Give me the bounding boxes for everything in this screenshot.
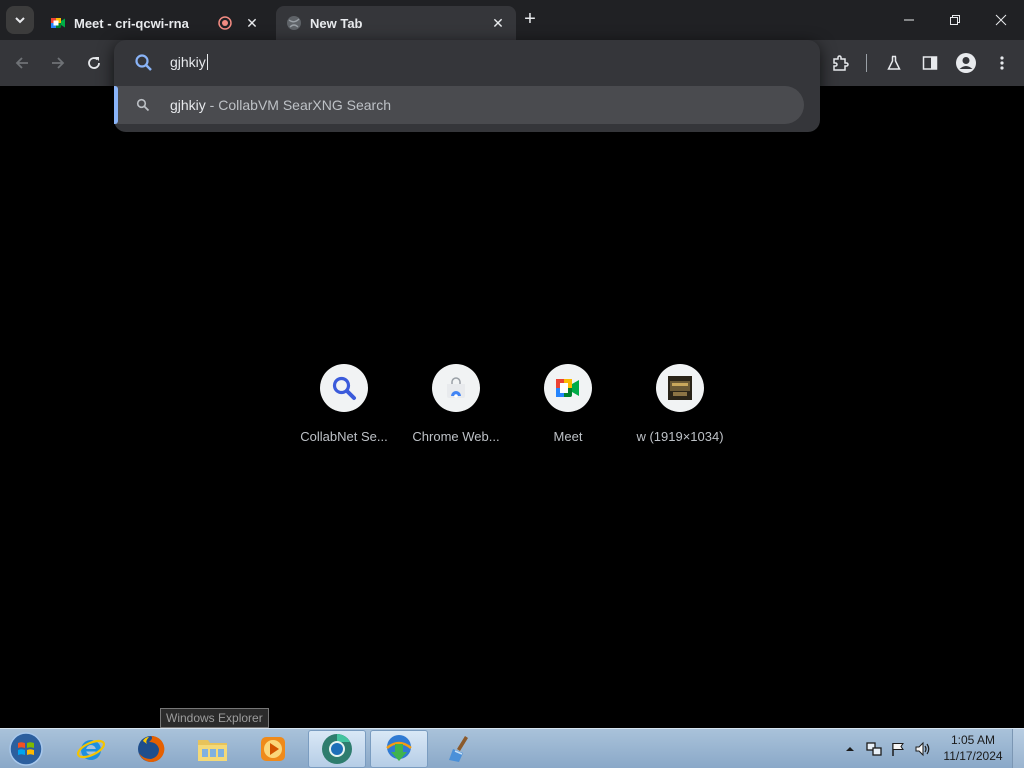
forward-button[interactable] xyxy=(44,49,72,77)
arrow-left-icon xyxy=(15,57,28,69)
extensions-button[interactable] xyxy=(826,49,854,77)
tray-volume[interactable] xyxy=(912,729,934,768)
network-icon xyxy=(866,742,882,756)
chrome-menu-button[interactable] xyxy=(988,49,1016,77)
shortcut-icon-circle xyxy=(656,364,704,412)
shortcut-collabnet-search[interactable]: CollabNet Se... xyxy=(288,364,400,448)
suggestion-query: gjhkiy xyxy=(170,97,206,113)
taskbar-internet-download-manager[interactable] xyxy=(370,730,428,768)
tray-action-center[interactable] xyxy=(888,729,908,768)
tab-meet[interactable]: Meet - cri-qcwi-rna ✕ xyxy=(40,6,270,40)
side-panel-button[interactable] xyxy=(916,49,944,77)
tab-new-tab[interactable]: New Tab ✕ xyxy=(276,6,516,40)
shortcut-meet[interactable]: Meet xyxy=(512,364,624,448)
shortcut-image-page[interactable]: w (1919×1034) xyxy=(624,364,736,448)
suggestion-text: gjhkiy - CollabVM SearXNG Search xyxy=(170,97,391,113)
minimize-button[interactable] xyxy=(886,0,932,40)
internet-download-manager-icon xyxy=(386,735,412,761)
clock-time: 1:05 AM xyxy=(950,733,996,747)
taskbar-firefox[interactable] xyxy=(122,730,180,768)
side-panel-icon xyxy=(922,56,938,70)
tab-search-button[interactable] xyxy=(6,6,34,34)
restore-icon xyxy=(950,15,960,25)
windows-logo-icon xyxy=(9,732,43,766)
taskbar-windows-explorer[interactable] xyxy=(184,730,242,768)
profile-button[interactable] xyxy=(952,49,980,77)
recording-icon xyxy=(218,16,232,30)
taskbar-ccleaner[interactable] xyxy=(432,730,490,768)
globe-icon xyxy=(287,16,301,30)
omnibox-suggestion[interactable]: gjhkiy - CollabVM SearXNG Search xyxy=(114,86,804,124)
search-icon xyxy=(135,54,152,71)
avatar-icon xyxy=(956,53,976,73)
chevron-down-icon xyxy=(15,17,25,24)
address-bar[interactable]: gjhkiy xyxy=(114,40,820,86)
windows-explorer-icon xyxy=(198,740,227,761)
back-button[interactable] xyxy=(8,49,36,77)
shortcut-icon-circle xyxy=(544,364,592,412)
clock-date: 11/17/2024 xyxy=(943,749,1003,763)
taskbar-chrome[interactable] xyxy=(308,730,366,768)
puzzle-icon xyxy=(833,55,849,71)
omnibox-popup: gjhkiy gjhkiy - CollabVM SearXNG Search xyxy=(114,40,820,132)
google-meet-icon xyxy=(556,379,579,397)
google-meet-icon xyxy=(51,18,65,28)
address-bar-query: gjhkiy xyxy=(170,54,206,70)
suggestion-separator: - xyxy=(205,97,219,113)
tray-overflow-button[interactable] xyxy=(842,729,858,768)
flask-icon xyxy=(887,55,901,70)
chrome-icon xyxy=(322,734,352,764)
close-tab-icon[interactable]: ✕ xyxy=(490,15,506,31)
close-icon xyxy=(995,14,1007,26)
ccleaner-icon xyxy=(449,736,468,762)
start-button[interactable] xyxy=(6,730,46,768)
speaker-icon xyxy=(915,741,930,757)
taskbar-tooltip: Windows Explorer xyxy=(160,708,269,728)
show-desktop-button[interactable] xyxy=(1012,729,1024,768)
tab-title: Meet - cri-qcwi-rna xyxy=(74,15,189,31)
taskbar-internet-explorer[interactable] xyxy=(62,730,120,768)
tab-title: New Tab xyxy=(310,15,363,31)
tab-strip: Meet - cri-qcwi-rna ✕ New Tab ✕ + xyxy=(0,0,1024,40)
tray-network[interactable] xyxy=(864,729,884,768)
minimize-icon xyxy=(904,19,914,21)
desktop-screen: Meet - cri-qcwi-rna ✕ New Tab ✕ + gjhkiy… xyxy=(0,0,1024,768)
reload-icon xyxy=(88,57,100,69)
shortcut-label: CollabNet Se... xyxy=(300,429,388,444)
taskbar-clock[interactable]: 1:05 AM 11/17/2024 xyxy=(936,732,1010,764)
search-icon xyxy=(332,376,356,400)
shortcut-chrome-web-store[interactable]: Chrome Web... xyxy=(400,364,512,448)
flag-icon xyxy=(892,743,904,756)
address-bar-text[interactable]: gjhkiy xyxy=(170,54,208,70)
windows-media-player-icon xyxy=(261,737,285,761)
new-tab-button[interactable]: + xyxy=(518,8,542,32)
restore-button[interactable] xyxy=(932,0,978,40)
firefox-icon xyxy=(138,735,165,762)
shortcut-icon-circle xyxy=(432,364,480,412)
windows-taskbar: 1:05 AM 11/17/2024 xyxy=(0,728,1024,768)
chrome-web-store-icon xyxy=(447,377,465,398)
shortcut-label: Meet xyxy=(553,429,583,444)
chevron-up-icon xyxy=(846,747,854,751)
image-thumbnail-icon xyxy=(668,376,692,400)
chrome-labs-button[interactable] xyxy=(880,49,908,77)
suggestion-source: CollabVM SearXNG Search xyxy=(218,97,391,113)
more-vertical-icon xyxy=(1000,56,1004,70)
suggestion-highlight-bar xyxy=(114,86,118,124)
shortcut-icon-circle xyxy=(320,364,368,412)
toolbar-divider xyxy=(866,54,867,72)
internet-explorer-icon xyxy=(76,739,106,760)
arrow-right-icon xyxy=(52,57,65,69)
text-caret xyxy=(206,54,208,70)
shortcut-label: w (1919×1034) xyxy=(636,429,724,444)
reload-button[interactable] xyxy=(80,49,108,77)
close-tab-icon[interactable]: ✕ xyxy=(244,15,260,31)
search-icon xyxy=(136,98,150,112)
shortcut-label: Chrome Web... xyxy=(412,429,500,444)
taskbar-windows-media-player[interactable] xyxy=(244,730,302,768)
close-window-button[interactable] xyxy=(978,0,1024,40)
